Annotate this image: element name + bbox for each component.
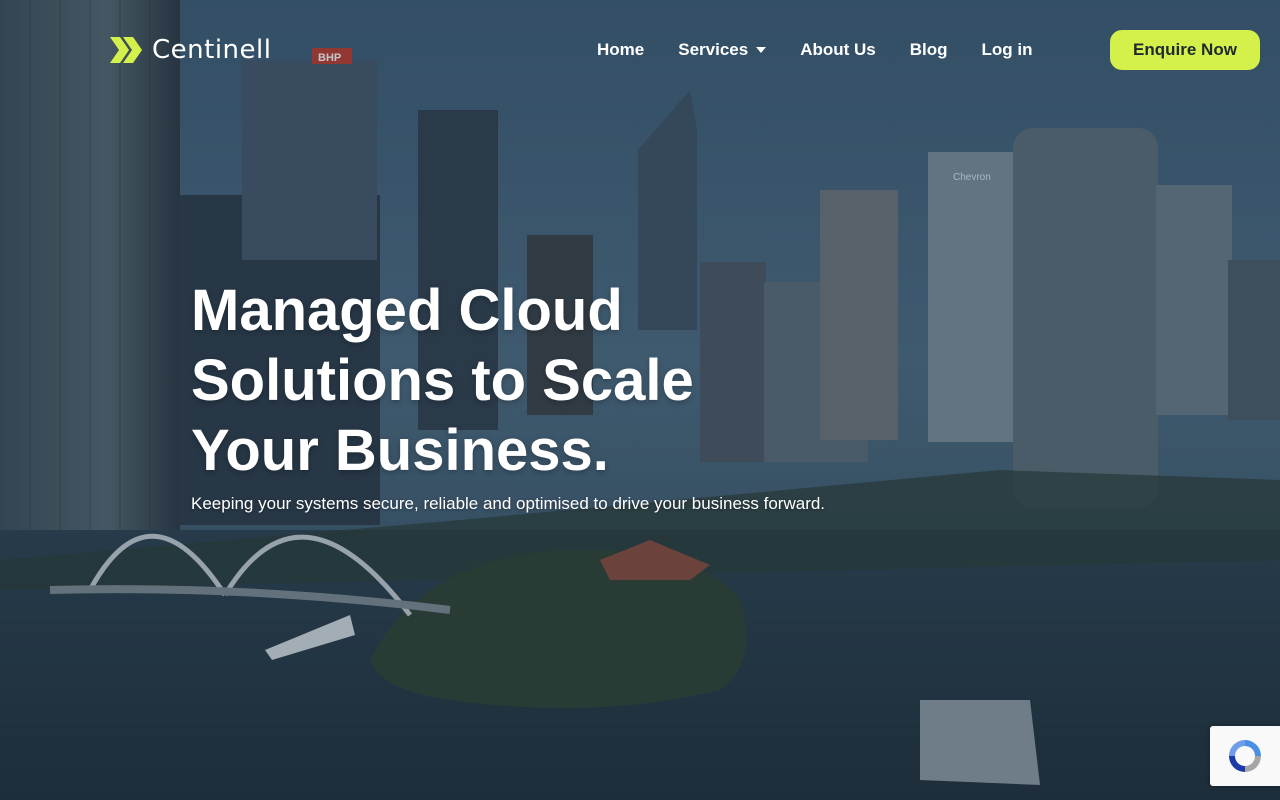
nav-home[interactable]: Home [597,40,644,60]
brand-logo[interactable]: Centinell [110,34,271,66]
main-navigation: Home Services About Us Blog Log in [597,38,1033,62]
hero-headline-line: Your Business. [191,418,609,483]
hero-headline-line: Solutions to Scale [191,348,694,413]
nav-blog-label: Blog [909,40,948,59]
hero-section: BHP Chevron Centinell Home Services Abou… [0,0,1280,800]
nav-log-in-label: Log in [981,40,1033,59]
enquire-now-button[interactable]: Enquire Now [1110,30,1260,70]
nav-services-label: Services [678,40,749,59]
hero-headline-line: Managed Cloud [191,278,623,343]
double-chevron-right-icon [110,37,142,63]
hero-subheadline: Keeping your systems secure, reliable an… [191,494,826,513]
nav-blog[interactable]: Blog [910,40,948,60]
hero-headline: Managed Cloud Solutions to Scale Your Bu… [191,276,891,486]
recaptcha-icon [1229,740,1261,772]
site-header: Centinell Home Services About Us Blog Lo… [0,0,1280,100]
nav-home-label: Home [597,40,645,59]
nav-about-us-label: About Us [800,40,876,59]
recaptcha-badge[interactable] [1210,726,1280,786]
chevron-down-icon [756,47,767,53]
nav-log-in[interactable]: Log in [982,40,1033,60]
brand-name: Centinell [152,35,272,65]
nav-about-us[interactable]: About Us [800,40,876,60]
nav-services[interactable]: Services [678,40,767,60]
